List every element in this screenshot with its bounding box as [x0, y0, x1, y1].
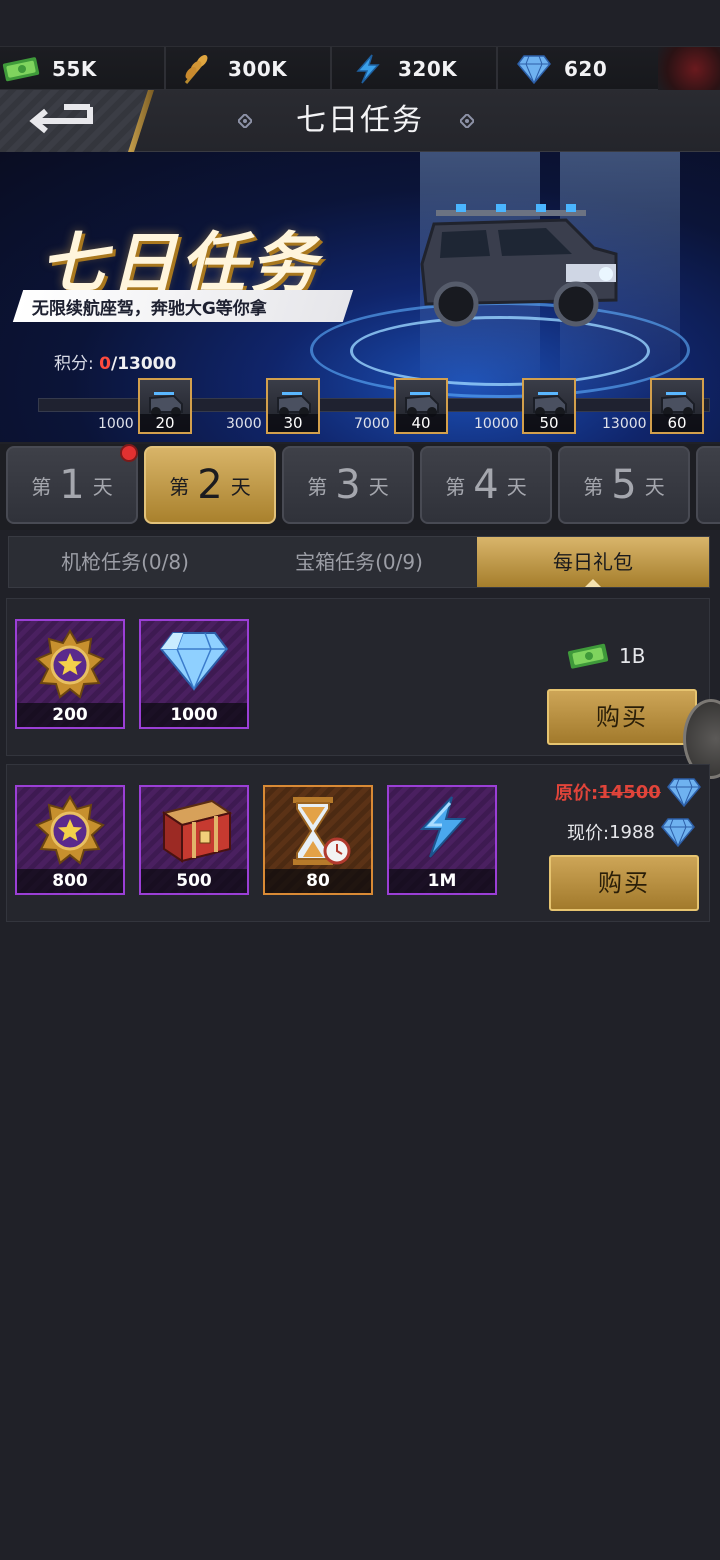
- score-label: 积分:: [54, 354, 94, 374]
- reward-quantity: 1M: [389, 869, 495, 893]
- tab-daily-gift[interactable]: 每日礼包: [477, 537, 709, 587]
- milestone-reward-box[interactable]: 60: [650, 378, 704, 434]
- current-price-value: 1988: [609, 821, 655, 843]
- tab-day-5[interactable]: 第5天: [558, 446, 690, 524]
- resource-cash[interactable]: 55K: [0, 47, 166, 91]
- resource-wheat[interactable]: 300K: [166, 47, 332, 91]
- tab-day-1[interactable]: 第1天: [6, 446, 138, 524]
- tab-day-3[interactable]: 第3天: [282, 446, 414, 524]
- tab-day-2[interactable]: 第2天: [144, 446, 276, 524]
- reward-item[interactable]: 1000: [139, 619, 249, 729]
- task-category-tabs: 机枪任务(0/8) 宝箱任务(0/9) 每日礼包: [8, 536, 710, 588]
- suv-car-icon: [420, 204, 618, 327]
- original-price-line: 原价: 14500: [555, 777, 701, 807]
- diamond-value: 620: [564, 57, 608, 81]
- milestone-reward-box[interactable]: 20: [138, 378, 192, 434]
- milestone-reward-count: 20: [140, 414, 190, 432]
- star-medal-icon: [17, 629, 123, 699]
- milestone-reward-count: 40: [396, 414, 446, 432]
- energy-value: 320K: [398, 57, 458, 81]
- milestone-threshold: 13000: [602, 416, 647, 432]
- original-price-label: 原价:: [555, 783, 599, 804]
- score-current: 0: [99, 354, 111, 374]
- active-tab-caret: [585, 579, 601, 587]
- reward-quantity: 80: [265, 869, 371, 893]
- reward-quantity: 1000: [141, 703, 247, 727]
- milestone-reward-box[interactable]: 50: [522, 378, 576, 434]
- milestone-reward-count: 30: [268, 414, 318, 432]
- gift-package: 200 1000 1B 购买: [6, 598, 720, 779]
- milestone-threshold: 3000: [226, 416, 262, 432]
- cash-value: 55K: [52, 57, 97, 81]
- tab-day-next-partial[interactable]: [696, 446, 720, 524]
- reward-quantity: 800: [17, 869, 123, 893]
- day-tabs: 第1天 第2天 第3天 第4天 第5天: [0, 444, 720, 530]
- milestone-threshold: 10000: [474, 416, 519, 432]
- title-deco-right-icon: [460, 114, 474, 128]
- energy-bolt-icon: [346, 49, 390, 89]
- tab-day-4[interactable]: 第4天: [420, 446, 552, 524]
- gift-package: 800 500 80 1M 原价: 14500 现价: 1988 购买: [6, 764, 710, 922]
- reward-quantity: 500: [141, 869, 247, 893]
- milestone-reward-box[interactable]: 40: [394, 378, 448, 434]
- reward-item[interactable]: 80: [263, 785, 373, 895]
- wheat-value: 300K: [228, 57, 288, 81]
- wheat-icon: [176, 49, 220, 89]
- diamond-icon: [666, 778, 701, 807]
- notification-glow: [658, 47, 720, 91]
- star-medal-icon: [17, 795, 123, 865]
- cash-icon: [567, 643, 609, 669]
- banner-subtitle: 无限续航座驾，奔驰大G等你拿: [12, 290, 354, 322]
- milestone-threshold: 7000: [354, 416, 390, 432]
- notification-dot: [120, 444, 138, 462]
- original-price-value: 14500: [598, 781, 661, 803]
- title-deco-left-icon: [238, 114, 252, 128]
- energy-bolt-icon: [389, 795, 495, 859]
- reward-item[interactable]: 500: [139, 785, 249, 895]
- cash-icon: [0, 49, 44, 89]
- current-price-label: 现价:: [567, 823, 610, 844]
- buy-button[interactable]: 购买: [549, 855, 699, 911]
- hourglass-icon: [265, 795, 371, 869]
- price-value: 1B: [619, 644, 646, 668]
- milestone-threshold: 1000: [98, 416, 134, 432]
- milestone-reward-count: 50: [524, 414, 574, 432]
- title-bar: 七日任务: [0, 90, 720, 152]
- event-banner: 七日任务 无限续航座驾，奔驰大G等你拿 积分: 0/13000 1000 20 …: [0, 152, 720, 442]
- tab-machine-gun-tasks[interactable]: 机枪任务(0/8): [9, 537, 241, 587]
- milestone-reward-count: 60: [652, 414, 702, 432]
- diamond-icon: [141, 629, 247, 691]
- diamond-icon: [512, 49, 556, 89]
- resource-diamond[interactable]: 620: [498, 47, 660, 91]
- tab-chest-tasks[interactable]: 宝箱任务(0/9): [241, 537, 477, 587]
- milestone-reward-box[interactable]: 30: [266, 378, 320, 434]
- reward-item[interactable]: 800: [15, 785, 125, 895]
- price-line: 1B: [567, 641, 645, 671]
- reward-item[interactable]: 200: [15, 619, 125, 729]
- page-title: 七日任务: [296, 103, 424, 138]
- treasure-chest-icon: [141, 795, 247, 865]
- score-total: /13000: [110, 354, 177, 374]
- resource-bar: 55K 300K 320K 620: [0, 46, 720, 91]
- reward-quantity: 200: [17, 703, 123, 727]
- buy-button[interactable]: 购买: [547, 689, 697, 745]
- reward-item[interactable]: 1M: [387, 785, 497, 895]
- resource-energy[interactable]: 320K: [332, 47, 498, 91]
- diamond-icon: [660, 818, 695, 847]
- current-price-line: 现价: 1988: [567, 817, 695, 847]
- score-readout: 积分: 0/13000: [54, 349, 176, 374]
